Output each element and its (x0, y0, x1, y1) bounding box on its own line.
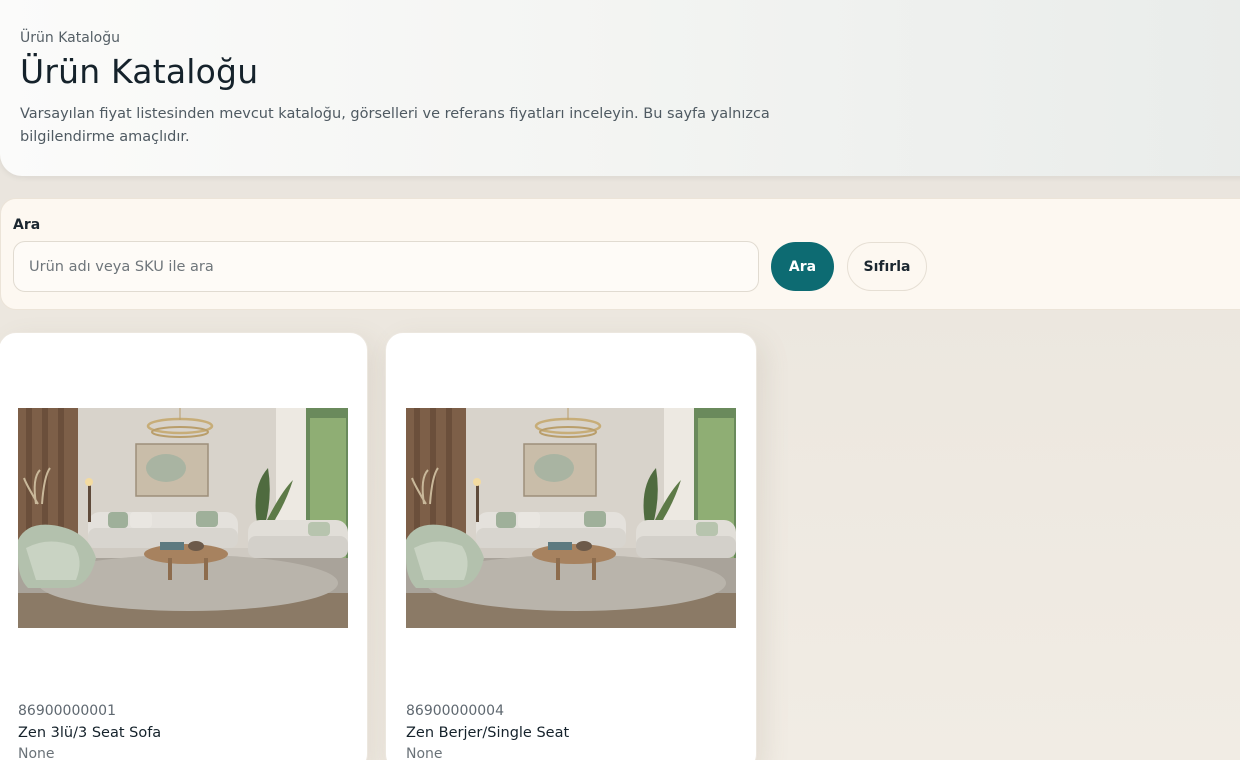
product-sku: 86900000001 (18, 703, 116, 719)
product-name: Zen Berjer/Single Seat (406, 725, 570, 741)
page-title: Ürün Kataloğu (20, 52, 259, 91)
search-input[interactable] (13, 241, 759, 292)
product-sku: 86900000004 (406, 703, 504, 719)
search-label: Ara (13, 217, 41, 233)
product-image (406, 408, 736, 628)
product-name: Zen 3lü/3 Seat Sofa (18, 725, 162, 741)
living-room-photo (18, 408, 348, 628)
page-description: Varsayılan fiyat listesinden mevcut kata… (20, 106, 770, 145)
product-category: None (406, 746, 443, 760)
search-button[interactable]: Ara (771, 242, 834, 291)
search-panel: Ara Ara Sıfırla (0, 198, 1240, 310)
reset-button[interactable]: Sıfırla (847, 242, 927, 291)
page-header: Ürün Kataloğu Ürün Kataloğu Varsayılan f… (0, 0, 1240, 176)
product-category: None (18, 746, 55, 760)
product-card[interactable]: 86900000004 Zen Berjer/Single Seat None (385, 332, 757, 760)
product-card[interactable]: 86900000001 Zen 3lü/3 Seat Sofa None (0, 332, 368, 760)
product-image (18, 408, 348, 628)
living-room-photo (406, 408, 736, 628)
search-row: Ara Sıfırla (13, 241, 1240, 292)
breadcrumb: Ürün Kataloğu (20, 30, 120, 46)
